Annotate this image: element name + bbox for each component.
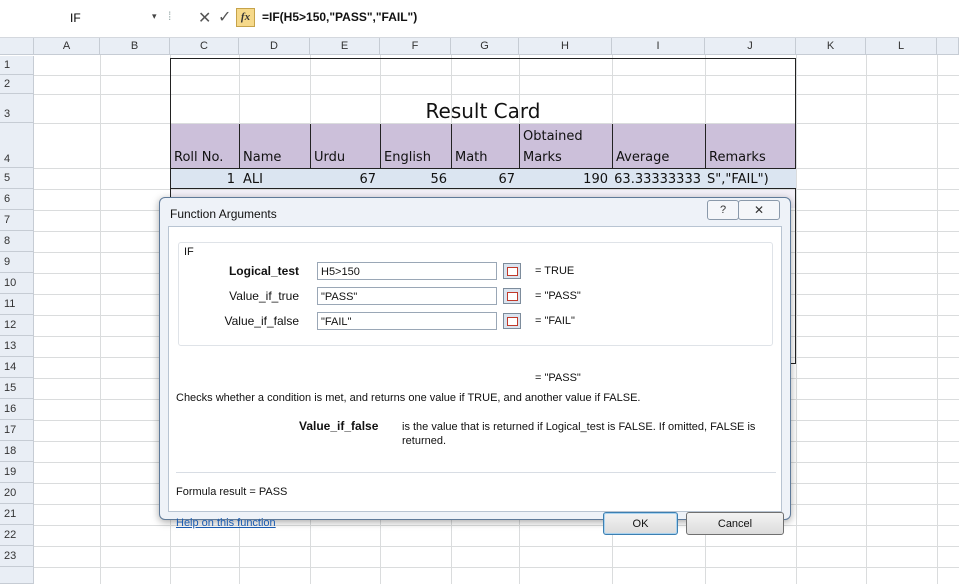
row-header[interactable]: 6 bbox=[0, 189, 34, 210]
column-header[interactable]: C bbox=[170, 38, 239, 55]
function-description: Checks whether a condition is met, and r… bbox=[176, 392, 641, 404]
insert-function-icon[interactable]: fx bbox=[236, 8, 255, 27]
enter-entry-icon[interactable]: ✓ bbox=[218, 7, 231, 27]
argument-description-label: Value_if_false bbox=[299, 419, 379, 433]
header-english[interactable]: English bbox=[384, 150, 431, 165]
name-box-value: IF bbox=[70, 11, 81, 25]
row-header[interactable]: 14 bbox=[0, 357, 34, 378]
collapse-dialog-icon[interactable] bbox=[503, 288, 521, 304]
cell-remarks[interactable]: S","FAIL") bbox=[707, 172, 769, 187]
value-if-true-label: Value_if_true bbox=[229, 289, 299, 303]
grid-line bbox=[34, 525, 959, 526]
formula-bar: IF ▾ ⁞ ✕ ✓ fx =IF(H5>150,"PASS","FAIL") bbox=[0, 0, 959, 38]
grid-line bbox=[34, 567, 959, 568]
header-marks[interactable]: Marks bbox=[523, 150, 562, 165]
column-header[interactable]: J bbox=[705, 38, 796, 55]
collapse-dialog-icon[interactable] bbox=[503, 313, 521, 329]
value-if-false-label: Value_if_false bbox=[224, 314, 300, 328]
value-if-true-result: = "PASS" bbox=[535, 290, 581, 302]
row-header[interactable]: 23 bbox=[0, 546, 34, 567]
row-header[interactable]: 20 bbox=[0, 483, 34, 504]
column-header[interactable]: A bbox=[34, 38, 100, 55]
column-header[interactable]: B bbox=[100, 38, 170, 55]
help-on-function-link[interactable]: Help on this function bbox=[176, 517, 276, 529]
column-header[interactable]: I bbox=[612, 38, 705, 55]
cell-roll[interactable]: 1 bbox=[170, 172, 235, 187]
row-header[interactable]: 11 bbox=[0, 294, 34, 315]
header-math[interactable]: Math bbox=[455, 150, 488, 165]
row-header[interactable]: 15 bbox=[0, 378, 34, 399]
argument-description: is the value that is returned if Logical… bbox=[402, 421, 756, 447]
cell-urdu[interactable]: 67 bbox=[310, 172, 376, 187]
header-roll-no[interactable]: Roll No. bbox=[174, 150, 223, 165]
cell-english[interactable]: 56 bbox=[380, 172, 447, 187]
ok-button[interactable]: OK bbox=[603, 512, 678, 535]
name-box-dropdown-icon[interactable]: ▾ bbox=[152, 11, 157, 22]
row-header[interactable]: 13 bbox=[0, 336, 34, 357]
collapse-dialog-icon[interactable] bbox=[503, 263, 521, 279]
column-header[interactable]: F bbox=[380, 38, 451, 55]
column-header[interactable]: E bbox=[310, 38, 380, 55]
column-header[interactable]: D bbox=[239, 38, 310, 55]
row-header[interactable]: 17 bbox=[0, 420, 34, 441]
row-header[interactable]: 2 bbox=[0, 75, 34, 94]
value-if-true-input[interactable]: "PASS" bbox=[317, 287, 497, 305]
select-all-corner[interactable] bbox=[0, 38, 34, 55]
dialog-title: Function Arguments bbox=[170, 207, 277, 221]
row-header[interactable]: 18 bbox=[0, 441, 34, 462]
column-header[interactable]: H bbox=[519, 38, 612, 55]
formula-result: Formula result = PASS bbox=[176, 486, 288, 498]
cancel-button[interactable]: Cancel bbox=[686, 512, 784, 535]
cell-average[interactable]: 63.33333333 bbox=[612, 172, 701, 187]
logical-test-result: = TRUE bbox=[535, 265, 575, 277]
grid-line bbox=[34, 546, 959, 547]
sheet-title[interactable]: Result Card bbox=[170, 99, 796, 123]
cell-name[interactable]: ALI bbox=[243, 172, 263, 187]
value-if-false-result: = "FAIL" bbox=[535, 315, 575, 327]
dialog-body: IF Logical_test H5>150 = TRUE Value_if_t… bbox=[168, 226, 784, 535]
header-name[interactable]: Name bbox=[243, 150, 281, 165]
name-box[interactable]: IF ▾ bbox=[6, 9, 160, 27]
row-header[interactable]: 12 bbox=[0, 315, 34, 336]
help-icon[interactable]: ? bbox=[707, 200, 739, 220]
row-header[interactable]: 1 bbox=[0, 56, 34, 75]
row-header[interactable]: 5 bbox=[0, 168, 34, 189]
header-remarks[interactable]: Remarks bbox=[709, 150, 766, 165]
close-icon[interactable]: ✕ bbox=[738, 200, 780, 220]
row-header[interactable]: 21 bbox=[0, 504, 34, 525]
row-header[interactable]: 16 bbox=[0, 399, 34, 420]
function-arguments-dialog: Function Arguments ? ✕ IF Logical_test H… bbox=[159, 197, 791, 535]
header-urdu[interactable]: Urdu bbox=[314, 150, 345, 165]
cell-math[interactable]: 67 bbox=[451, 172, 515, 187]
column-header[interactable]: L bbox=[866, 38, 937, 55]
logical-test-input[interactable]: H5>150 bbox=[317, 262, 497, 280]
row-header[interactable]: 10 bbox=[0, 273, 34, 294]
row-header[interactable]: 22 bbox=[0, 525, 34, 546]
function-name: IF bbox=[184, 246, 194, 258]
logical-test-label: Logical_test bbox=[228, 264, 299, 278]
column-header[interactable]: G bbox=[451, 38, 519, 55]
row-header[interactable]: 9 bbox=[0, 252, 34, 273]
formula-input[interactable]: =IF(H5>150,"PASS","FAIL") bbox=[262, 10, 417, 24]
cancel-entry-icon[interactable]: ✕ bbox=[198, 8, 211, 28]
row-header[interactable]: 4 bbox=[0, 123, 34, 168]
row-header[interactable]: 19 bbox=[0, 462, 34, 483]
divider bbox=[176, 472, 776, 473]
header-average[interactable]: Average bbox=[616, 150, 669, 165]
header-obtained[interactable]: Obtained bbox=[523, 129, 583, 144]
value-if-false-input[interactable]: "FAIL" bbox=[317, 312, 497, 330]
row-header[interactable]: 8 bbox=[0, 231, 34, 252]
formula-bar-grip: ⁞ bbox=[168, 9, 172, 23]
column-header[interactable] bbox=[937, 38, 959, 55]
row-header[interactable]: 7 bbox=[0, 210, 34, 231]
cell-obtained[interactable]: 190 bbox=[519, 172, 608, 187]
row-header[interactable]: 3 bbox=[0, 94, 34, 123]
column-header[interactable]: K bbox=[796, 38, 866, 55]
row-header[interactable] bbox=[0, 567, 34, 584]
function-result-value: = "PASS" bbox=[535, 372, 581, 384]
